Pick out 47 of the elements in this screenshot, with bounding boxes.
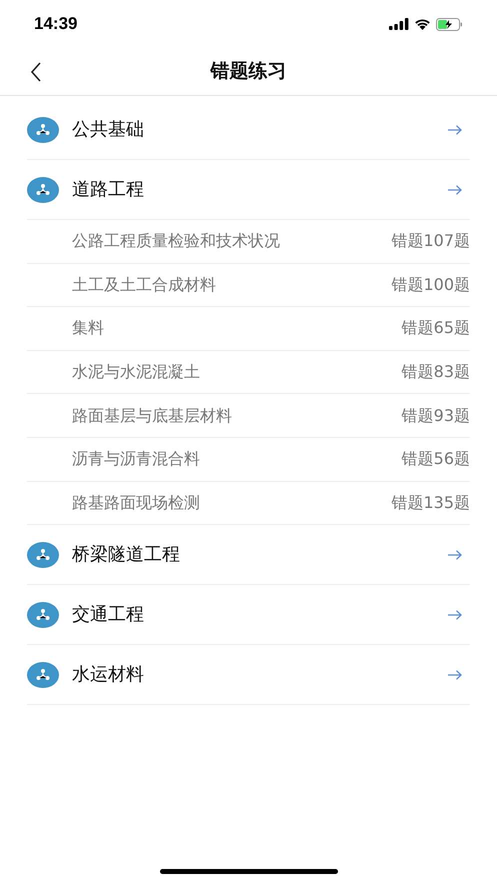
category-label: 桥梁隧道工程 [72,543,181,568]
arrow-right-icon [448,184,462,194]
subcategory-row[interactable]: 路面基层与底基层材料 错题93题 [27,394,470,438]
subcategory-label: 沥青与沥青混合料 [72,448,200,470]
category-icon [27,602,59,628]
subcategory-label: 公路工程质量检验和技术状况 [72,230,280,252]
subcategory-row[interactable]: 路基路面现场检测 错题135题 [27,482,470,526]
category-icon [27,176,59,202]
subcategory-label: 路基路面现场检测 [72,492,200,514]
subcategory-label: 土工及土工合成材料 [72,274,216,296]
category-label: 水运材料 [72,663,145,688]
status-time: 14:39 [34,13,78,36]
arrow-right-icon [448,610,462,620]
subcategory-row[interactable]: 集料 错题65题 [27,307,470,351]
wrong-count: 错题83题 [402,361,470,384]
subcategory-label: 路面基层与底基层材料 [72,404,232,427]
subcategory-row[interactable]: 水泥与水泥混凝土 错题83题 [27,350,470,394]
subcategory-label: 水泥与水泥混凝土 [72,361,200,384]
category-row[interactable]: 公共基础 [27,100,470,160]
wifi-icon [414,18,431,30]
subcategory-label: 集料 [72,317,104,340]
subcategory-row[interactable]: 土工及土工合成材料 错题100题 [27,264,470,308]
battery-icon [436,18,463,30]
page-title: 错题练习 [210,59,286,84]
category-label: 道路工程 [72,178,145,202]
category-icon [27,542,59,568]
wrong-count: 错题107题 [391,230,470,252]
signal-icon [389,18,409,30]
category-icon [27,116,59,142]
category-label: 公共基础 [72,118,145,142]
wrong-count: 错题100题 [391,274,470,296]
category-row[interactable]: 桥梁隧道工程 [27,525,470,586]
arrow-right-icon [448,550,462,560]
arrow-right-icon [448,670,462,680]
arrow-right-icon [448,124,462,134]
wrong-count: 错题65题 [402,317,470,340]
category-label: 交通工程 [72,603,145,628]
subcategory-row[interactable]: 沥青与沥青混合料 错题56题 [27,438,470,482]
category-row[interactable]: 水运材料 [27,645,470,706]
wrong-count: 错题135题 [391,492,470,514]
category-row[interactable]: 道路工程 [27,160,470,220]
wrong-count: 错题93题 [402,404,470,427]
category-icon [27,662,59,688]
wrong-count: 错题56题 [402,448,470,470]
back-icon [30,62,42,82]
category-row[interactable]: 交通工程 [27,585,470,646]
subcategory-row[interactable]: 公路工程质量检验和技术状况 错题107题 [27,220,470,264]
